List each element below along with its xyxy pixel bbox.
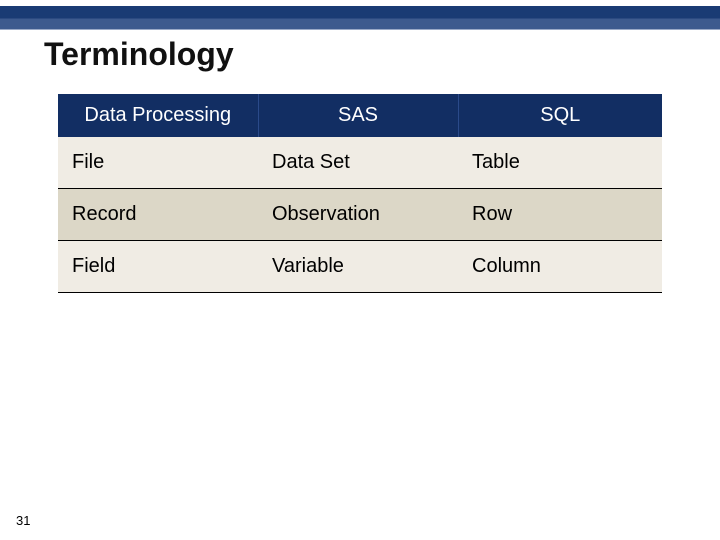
terminology-table: Data Processing SAS SQL File Data Set Ta… [58, 94, 662, 293]
table-row: Record Observation Row [58, 189, 662, 241]
table-header-cell: Data Processing [58, 94, 258, 137]
table-cell: Record [58, 189, 258, 241]
table-cell: Table [458, 137, 662, 189]
table-cell: Observation [258, 189, 458, 241]
table-header-cell: SAS [258, 94, 458, 137]
table-cell: Variable [258, 241, 458, 293]
table-cell: Column [458, 241, 662, 293]
slide-title: Terminology [44, 36, 234, 73]
page-number: 31 [16, 513, 30, 528]
table-row: Field Variable Column [58, 241, 662, 293]
table-row: File Data Set Table [58, 137, 662, 189]
table-header-row: Data Processing SAS SQL [58, 94, 662, 137]
table-header-cell: SQL [458, 94, 662, 137]
table-cell: Row [458, 189, 662, 241]
table-cell: Field [58, 241, 258, 293]
table-cell: File [58, 137, 258, 189]
table-cell: Data Set [258, 137, 458, 189]
top-accent-band [0, 6, 720, 30]
